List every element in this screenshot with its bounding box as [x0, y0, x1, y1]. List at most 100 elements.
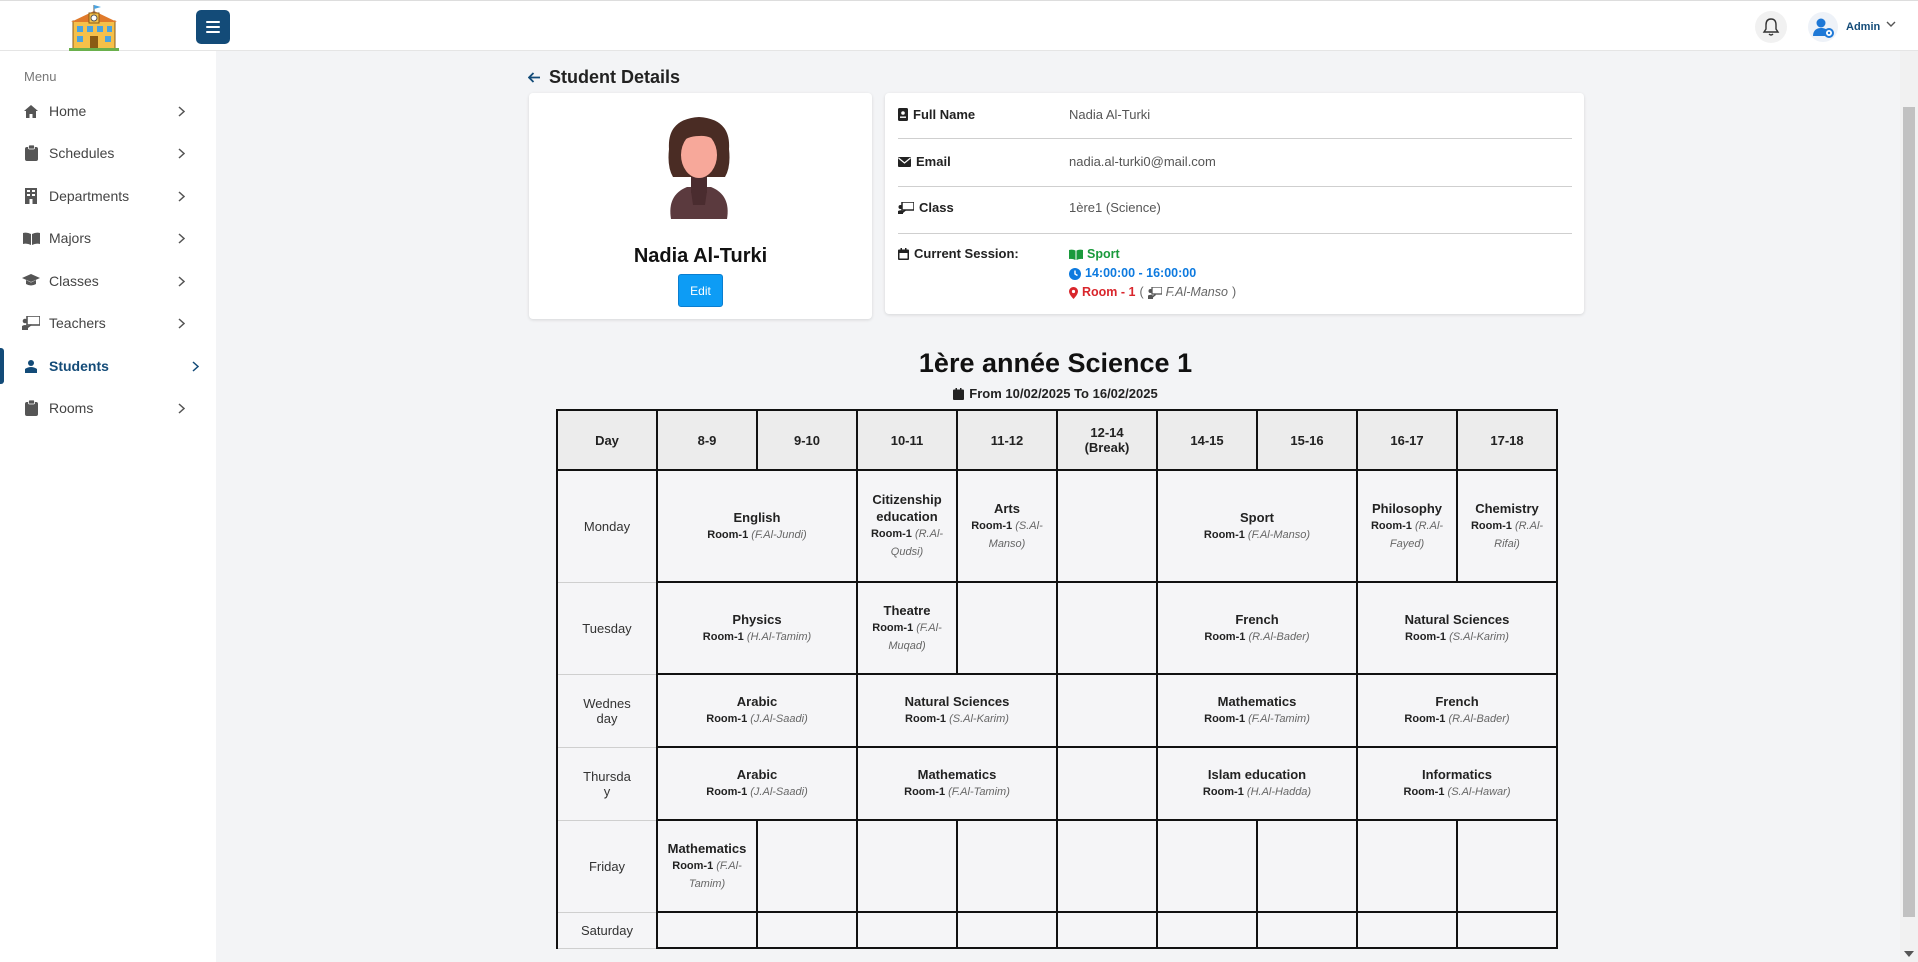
subject-name: French [1435, 694, 1479, 709]
empty-cell[interactable] [1156, 819, 1258, 913]
empty-cell[interactable] [1056, 911, 1158, 949]
subject-name: Sport [1240, 509, 1274, 525]
session-cell[interactable]: Islam education Room-1 (H.Al-Hadda) [1156, 746, 1358, 821]
room-label: Room-1 [706, 713, 748, 725]
session-cell[interactable]: Mathematics Room-1 (F.Al-Tamim) [856, 746, 1058, 821]
empty-cell[interactable] [1056, 746, 1158, 821]
sidebar-item-classes[interactable]: Classes [0, 261, 216, 301]
sidebar-item-home[interactable]: Home [0, 91, 216, 131]
user-cog-icon [1813, 18, 1834, 38]
empty-cell[interactable] [1156, 911, 1258, 949]
session-meta: Room-1 (J.Al-Saadi) [662, 710, 852, 728]
chevron-right-icon [178, 147, 185, 159]
email-row: Email nadia.al-turki0@mail.com [898, 154, 1572, 187]
edit-button[interactable]: Edit [678, 274, 723, 307]
session-meta: Room-1 (R.Al-Rifai) [1462, 517, 1552, 553]
envelope-icon [898, 156, 911, 167]
room-label: Room-1 [1204, 713, 1246, 725]
sidebar-item-departments[interactable]: Departments [0, 176, 216, 216]
admin-name[interactable]: Admin [1846, 21, 1880, 33]
room-label: Room-1 [870, 528, 912, 540]
session-cell[interactable]: English Room-1 (F.Al-Jundi) [656, 469, 858, 583]
info-card: Full Name Nadia Al-Turki Email nadia.al-… [885, 93, 1584, 314]
header-timeslot: 17-18 [1456, 409, 1558, 471]
session-cell[interactable]: French Room-1 (R.Al-Bader) [1356, 673, 1558, 748]
day-cell: Tuesday [556, 581, 658, 675]
header-timeslot: 15-16 [1256, 409, 1358, 471]
empty-cell[interactable] [756, 819, 858, 913]
student-name: Nadia Al-Turki [633, 245, 768, 267]
empty-cell[interactable] [1456, 819, 1558, 913]
session-cell[interactable]: Sport Room-1 (F.Al-Manso) [1156, 469, 1358, 583]
sidebar-item-label: Students [49, 358, 109, 374]
page-scrollbar[interactable] [1900, 51, 1918, 962]
empty-cell[interactable] [1456, 911, 1558, 949]
day-cell: Thursday [556, 746, 658, 821]
header-day: Day [556, 409, 658, 471]
session-cell[interactable]: Chemistry Room-1 (R.Al-Rifai) [1456, 469, 1558, 583]
empty-cell[interactable] [1056, 819, 1158, 913]
session-cell[interactable]: Mathematics Room-1 (F.Al-Tamim) [1156, 673, 1358, 748]
sidebar-item-teachers[interactable]: Teachers [0, 303, 216, 343]
session-cell[interactable]: Philosophy Room-1 (R.Al-Fayed) [1356, 469, 1458, 583]
subject-name: Theatre [883, 602, 931, 618]
timetable-title: 1ère année Science 1 [918, 348, 1193, 378]
empty-cell[interactable] [1056, 469, 1158, 583]
session-meta: Room-1 (F.Al-Jundi) [662, 526, 852, 544]
empty-cell[interactable] [656, 911, 758, 949]
chevron-right-icon [178, 402, 185, 414]
header-timeslot: 9-10 [756, 409, 858, 471]
session-cell[interactable]: Natural Sciences Room-1 (S.Al-Karim) [1356, 581, 1558, 675]
empty-cell[interactable] [956, 819, 1058, 913]
scroll-down-arrow-icon[interactable] [1904, 951, 1914, 958]
sidebar-item-schedules[interactable]: Schedules [0, 133, 216, 173]
teacher-label: (S.Al-Hawar) [1447, 786, 1511, 798]
page-header: Student Details [528, 67, 680, 88]
session-cell[interactable]: Arts Room-1 (S.Al-Manso) [956, 469, 1058, 583]
admin-avatar[interactable] [1808, 12, 1838, 42]
room-label: Room-1 [872, 621, 914, 634]
empty-cell[interactable] [756, 911, 858, 949]
session-cell[interactable]: Arabic Room-1 (J.Al-Saadi) [656, 673, 858, 748]
school-logo-icon[interactable] [67, 5, 121, 51]
session-cell[interactable]: Arabic Room-1 (J.Al-Saadi) [656, 746, 858, 821]
chevron-down-icon[interactable] [1886, 21, 1896, 28]
empty-cell[interactable] [1256, 819, 1358, 913]
empty-cell[interactable] [956, 581, 1058, 675]
empty-cell[interactable] [1256, 911, 1358, 949]
empty-cell[interactable] [1356, 819, 1458, 913]
empty-cell[interactable] [1056, 581, 1158, 675]
session-cell[interactable]: French Room-1 (R.Al-Bader) [1156, 581, 1358, 675]
session-cell[interactable]: Informatics Room-1 (S.Al-Hawar) [1356, 746, 1558, 821]
session-cell[interactable]: Citizenship education Room-1 (R.Al-Qudsi) [856, 469, 958, 583]
profile-card: Nadia Al-Turki Edit [529, 93, 872, 319]
session-cell[interactable]: Mathematics Room-1 (F.Al-Tamim) [656, 819, 758, 913]
empty-cell[interactable] [856, 819, 958, 913]
subject-name: English [733, 509, 781, 525]
calendar-icon [953, 387, 965, 400]
empty-cell[interactable] [1356, 911, 1458, 949]
timetable-row: Thursday Arabic Room-1 (J.Al-Saadi) Mathema… [556, 746, 1558, 821]
session-cell[interactable]: Physics Room-1 (H.Al-Tamim) [656, 581, 858, 675]
scrollbar-thumb[interactable] [1903, 107, 1915, 917]
session-cell[interactable]: Natural Sciences Room-1 (S.Al-Karim) [856, 673, 1058, 748]
student-icon [22, 357, 40, 375]
empty-cell[interactable] [856, 911, 958, 949]
session-cell[interactable]: Theatre Room-1 (F.Al-Muqad) [856, 581, 958, 675]
sidebar-item-rooms[interactable]: Rooms [0, 388, 216, 428]
sidebar-item-students[interactable]: Students [0, 346, 216, 386]
notification-button[interactable] [1755, 11, 1787, 43]
empty-cell[interactable] [1056, 673, 1158, 748]
chevron-right-icon [178, 275, 185, 287]
menu-toggle-button[interactable] [196, 10, 230, 44]
teacher-label: (F.Al-Tamim) [948, 786, 1010, 798]
empty-cell[interactable] [956, 911, 1058, 949]
sidebar-item-majors[interactable]: Majors [0, 218, 216, 258]
session-meta: Room-1 (R.Al-Bader) [1162, 628, 1352, 646]
header-timeslot: 8-9 [656, 409, 758, 471]
room-label: Room-1 [1404, 713, 1446, 725]
room-label: Room-1 [1370, 519, 1412, 532]
session-meta: Room-1 (S.Al-Karim) [1362, 628, 1552, 646]
back-arrow-icon[interactable] [528, 72, 541, 83]
day-cell: Friday [556, 819, 658, 913]
